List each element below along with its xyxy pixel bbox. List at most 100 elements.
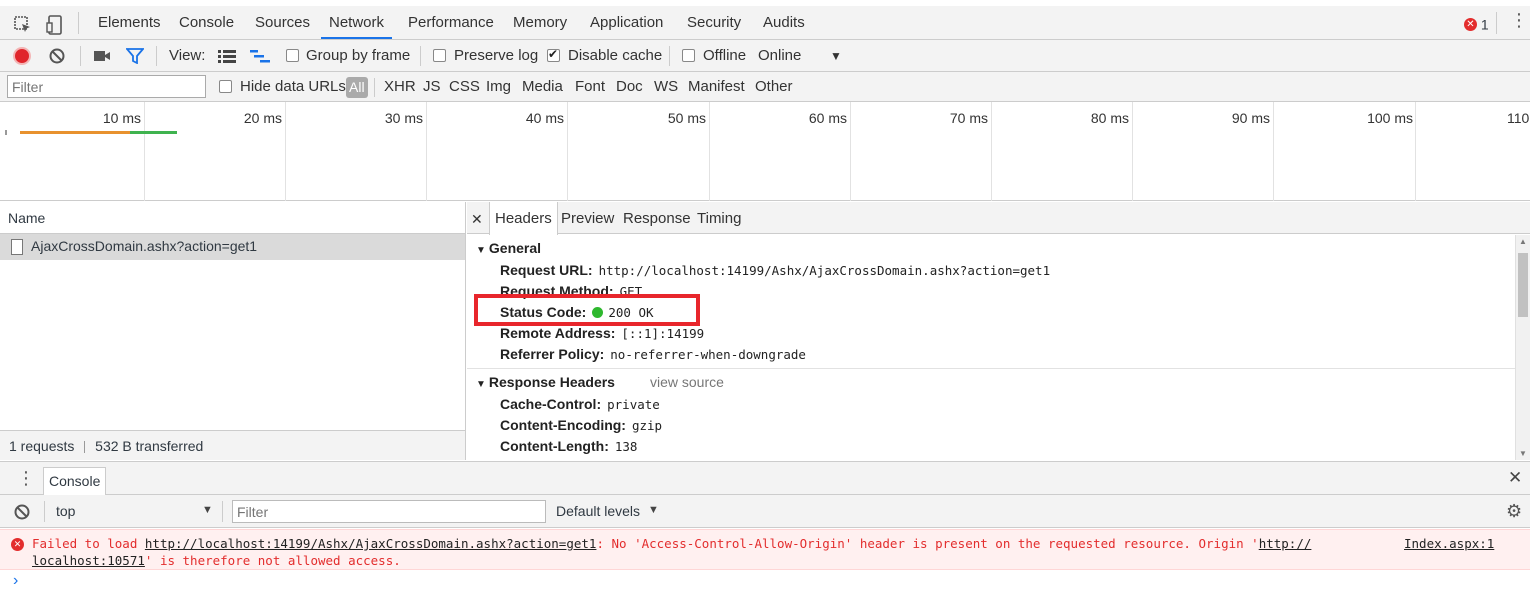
tab-performance[interactable]: Performance bbox=[408, 6, 494, 39]
network-filter-input[interactable] bbox=[7, 75, 206, 98]
type-filter-font[interactable]: Font bbox=[575, 72, 605, 102]
drawer-menu-icon[interactable]: ⋮ bbox=[17, 468, 35, 489]
timeline-tick-label: 110 bbox=[1507, 110, 1530, 126]
scroll-up-arrow-icon[interactable]: ▲ bbox=[1519, 237, 1527, 246]
close-drawer-icon[interactable]: ✕ bbox=[1508, 468, 1522, 488]
error-counter[interactable]: ✕ 1 bbox=[1464, 15, 1489, 32]
tab-application[interactable]: Application bbox=[590, 6, 663, 39]
tab-memory[interactable]: Memory bbox=[513, 6, 567, 39]
tab-elements[interactable]: Elements bbox=[98, 6, 161, 39]
type-filter-ws[interactable]: WS bbox=[654, 72, 678, 102]
view-source-link[interactable]: view source bbox=[650, 374, 724, 390]
inspect-element-icon[interactable] bbox=[12, 14, 34, 36]
group-by-frame-checkbox[interactable] bbox=[286, 49, 299, 62]
group-by-frame-label: Group by frame bbox=[306, 47, 411, 64]
header-value: private bbox=[607, 397, 660, 412]
name-column-header[interactable]: Name bbox=[0, 202, 465, 234]
header-value: http://localhost:14199/Ashx/AjaxCrossDom… bbox=[598, 263, 1051, 278]
header-row-cache-control: Cache-Control: private bbox=[500, 396, 660, 412]
timeline-gridline bbox=[567, 102, 568, 201]
type-filter-media[interactable]: Media bbox=[522, 72, 563, 102]
status-code-highlight-box bbox=[474, 294, 700, 326]
details-tab-timing[interactable]: Timing bbox=[697, 202, 741, 234]
header-key: Content-Encoding: bbox=[500, 417, 626, 433]
error-prefix: Failed to load bbox=[32, 536, 145, 551]
type-filter-css[interactable]: CSS bbox=[449, 72, 480, 102]
request-count: 1 requests bbox=[9, 438, 75, 454]
log-levels-dropdown-icon[interactable]: ▼ bbox=[648, 504, 659, 516]
header-value: [::1]:14199 bbox=[621, 326, 705, 341]
timeline-tick-label: 30 ms bbox=[384, 110, 423, 126]
details-tab-headers[interactable]: Headers bbox=[489, 202, 558, 235]
disable-cache-label: Disable cache bbox=[568, 47, 663, 64]
type-filter-other[interactable]: Other bbox=[755, 72, 793, 102]
waterfall-icon[interactable] bbox=[250, 49, 270, 66]
scroll-down-arrow-icon[interactable]: ▼ bbox=[1519, 449, 1527, 458]
device-toolbar-icon[interactable] bbox=[44, 14, 66, 36]
hide-data-urls-checkbox[interactable] bbox=[219, 80, 232, 93]
toolbar-separator bbox=[222, 501, 223, 522]
error-request-url-link[interactable]: http://localhost:14199/Ashx/AjaxCrossDom… bbox=[145, 536, 597, 551]
tab-security[interactable]: Security bbox=[687, 6, 741, 39]
drawer-tab-bar: ⋮ Console ✕ bbox=[0, 461, 1530, 496]
context-dropdown-icon[interactable]: ▼ bbox=[202, 504, 213, 516]
more-menu-icon[interactable]: ⋮ bbox=[1510, 10, 1528, 31]
toolbar-separator bbox=[80, 46, 81, 66]
request-row[interactable]: AjaxCrossDomain.ashx?action=get1 bbox=[0, 234, 465, 260]
console-settings-gear-icon[interactable]: ⚙ bbox=[1506, 501, 1522, 522]
timeline-tick-label: 100 ms bbox=[1367, 110, 1413, 126]
header-row-referrer-policy: Referrer Policy: no-referrer-when-downgra… bbox=[500, 346, 806, 362]
response-headers-section-header[interactable]: ▼ Response Headers bbox=[476, 374, 615, 390]
network-toolbar: View: Group by frame Preserve log Disabl… bbox=[0, 40, 1530, 72]
filter-separator bbox=[374, 78, 375, 97]
type-filter-xhr[interactable]: XHR bbox=[384, 72, 416, 102]
header-row-content-encoding: Content-Encoding: gzip bbox=[500, 417, 662, 433]
section-collapse-triangle-icon: ▼ bbox=[476, 245, 486, 256]
timeline-tick-label: 10 ms bbox=[102, 110, 141, 126]
tab-network[interactable]: Network bbox=[321, 6, 393, 39]
timeline-overview[interactable]: 10 ms 20 ms 30 ms 40 ms 50 ms 60 ms 70 m… bbox=[0, 102, 1530, 201]
details-tab-preview[interactable]: Preview bbox=[561, 202, 614, 234]
error-origin-link[interactable]: http:// bbox=[1259, 536, 1312, 551]
error-suffix: ' is therefore not allowed access. bbox=[144, 553, 401, 568]
header-value: 138 bbox=[614, 439, 638, 454]
scrollbar-thumb[interactable] bbox=[1518, 253, 1528, 317]
error-source-link[interactable]: Index.aspx:1 bbox=[1404, 536, 1494, 551]
tab-separator bbox=[1496, 12, 1497, 34]
throttling-select[interactable]: Online bbox=[758, 40, 801, 72]
console-filter-input[interactable] bbox=[232, 500, 546, 523]
large-rows-icon[interactable] bbox=[218, 49, 236, 66]
type-filter-all[interactable]: All bbox=[346, 77, 368, 98]
offline-checkbox[interactable] bbox=[682, 49, 695, 62]
toolbar-separator bbox=[44, 501, 45, 522]
details-scrollbar[interactable]: ▲ ▼ bbox=[1515, 235, 1530, 460]
timeline-gridline bbox=[991, 102, 992, 201]
details-tab-response[interactable]: Response bbox=[623, 202, 691, 234]
error-origin-link[interactable]: localhost:10571 bbox=[32, 553, 145, 568]
tab-console[interactable]: Console bbox=[179, 6, 234, 39]
type-filter-manifest[interactable]: Manifest bbox=[688, 72, 745, 102]
drawer-tab-console[interactable]: Console bbox=[43, 467, 107, 496]
disable-cache-checkbox[interactable] bbox=[547, 47, 560, 62]
execution-context-select[interactable]: top bbox=[56, 503, 75, 519]
timeline-gridline bbox=[1132, 102, 1133, 201]
general-section-header[interactable]: ▼ General bbox=[476, 240, 541, 256]
screenshot-camera-icon[interactable] bbox=[93, 49, 111, 66]
clear-console-icon[interactable] bbox=[13, 503, 31, 524]
console-prompt[interactable]: › bbox=[13, 571, 18, 591]
log-levels-select[interactable]: Default levels bbox=[556, 503, 640, 519]
throttling-dropdown-icon[interactable]: ▼ bbox=[830, 40, 842, 72]
preserve-log-checkbox[interactable] bbox=[433, 49, 446, 62]
clear-icon[interactable] bbox=[48, 47, 66, 68]
filter-funnel-icon[interactable] bbox=[125, 48, 145, 67]
tab-audits[interactable]: Audits bbox=[763, 6, 805, 39]
type-filter-js[interactable]: JS bbox=[423, 72, 441, 102]
response-headers-title: Response Headers bbox=[488, 374, 615, 390]
hide-data-urls-label: Hide data URLs bbox=[240, 78, 346, 95]
type-filter-doc[interactable]: Doc bbox=[616, 72, 643, 102]
tab-sources[interactable]: Sources bbox=[255, 6, 310, 39]
close-details-icon[interactable]: ✕ bbox=[471, 202, 483, 234]
record-icon[interactable] bbox=[13, 47, 31, 65]
toolbar-separator bbox=[669, 46, 670, 66]
type-filter-img[interactable]: Img bbox=[486, 72, 511, 102]
